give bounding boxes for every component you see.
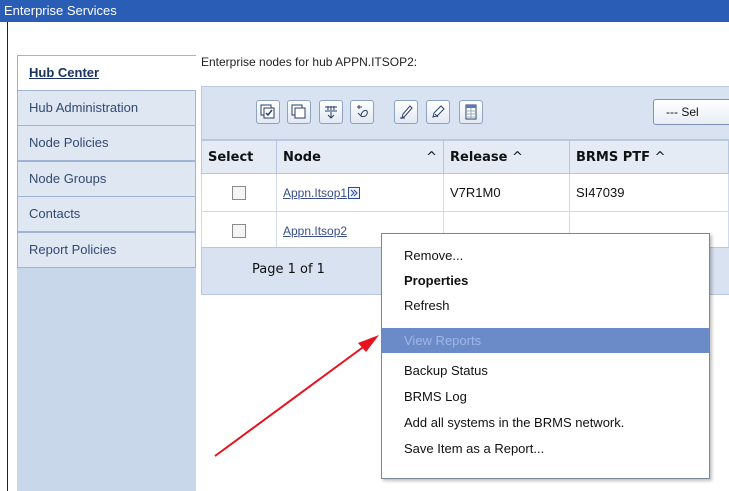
menu-item-refresh[interactable]: Refresh (382, 293, 709, 318)
context-menu-icon[interactable] (348, 186, 361, 199)
row-checkbox[interactable] (232, 186, 246, 201)
sort-icon: ^ (654, 149, 666, 165)
menu-item-brms-log[interactable]: BRMS Log (382, 384, 709, 409)
deselect-all-icon[interactable] (287, 100, 311, 124)
column-brms-ptf[interactable]: BRMS PTF ^ (569, 140, 729, 174)
expand-icon[interactable] (319, 100, 343, 124)
menu-item-view-reports[interactable]: View Reports (382, 328, 709, 353)
sort-icon: ^ (426, 149, 437, 165)
tab-node-policies[interactable]: Node Policies (17, 125, 196, 161)
context-menu: Remove... Properties Refresh View Report… (381, 233, 710, 479)
node-link[interactable]: Appn.Itsop1 (283, 186, 347, 200)
row-select-cell (201, 211, 277, 250)
select-all-icon[interactable] (256, 100, 280, 124)
sort-icon: ^ (511, 149, 523, 165)
tab-report-policies[interactable]: Report Policies (17, 232, 196, 268)
node-cell: Appn.Itsop1 (276, 173, 444, 212)
table-icon[interactable] (459, 100, 483, 124)
menu-item-properties[interactable]: Properties (382, 268, 709, 293)
window-title: Enterprise Services (0, 0, 729, 22)
column-node[interactable]: Node ^ (276, 140, 444, 174)
table-row: Appn.Itsop1 V7R1M0 SI47039 (201, 173, 729, 212)
table-toolbar: --- Sel (201, 86, 729, 140)
column-release[interactable]: Release ^ (443, 140, 570, 174)
clear-sort-icon[interactable] (426, 100, 450, 124)
sidebar: Hub Center Hub Administration Node Polic… (17, 55, 196, 491)
row-select-cell (201, 173, 277, 212)
node-link[interactable]: Appn.Itsop2 (283, 224, 347, 238)
menu-item-save-as-report[interactable]: Save Item as a Report... (382, 436, 709, 461)
action-select[interactable]: --- Sel (653, 99, 729, 125)
page-title: Enterprise nodes for hub APPN.ITSOP2: (201, 55, 418, 69)
release-cell: V7R1M0 (443, 173, 570, 212)
menu-item-remove[interactable]: Remove... (382, 243, 709, 268)
filter-icon[interactable] (350, 100, 374, 124)
row-checkbox[interactable] (232, 224, 246, 239)
ptf-cell: SI47039 (569, 173, 729, 212)
tab-hub-center[interactable]: Hub Center (17, 55, 196, 91)
page-indicator: Page 1 of 1 (252, 262, 325, 277)
edit-sort-icon[interactable] (394, 100, 418, 124)
column-select: Select (201, 140, 277, 174)
menu-item-backup-status[interactable]: Backup Status (382, 358, 709, 383)
tab-node-groups[interactable]: Node Groups (17, 161, 196, 197)
tab-hub-administration[interactable]: Hub Administration (17, 90, 196, 126)
menu-item-add-all-systems[interactable]: Add all systems in the BRMS network. (382, 410, 709, 435)
tab-contacts[interactable]: Contacts (17, 196, 196, 232)
table-header-row: Select Node ^ Release ^ BRMS PTF ^ (201, 140, 729, 174)
